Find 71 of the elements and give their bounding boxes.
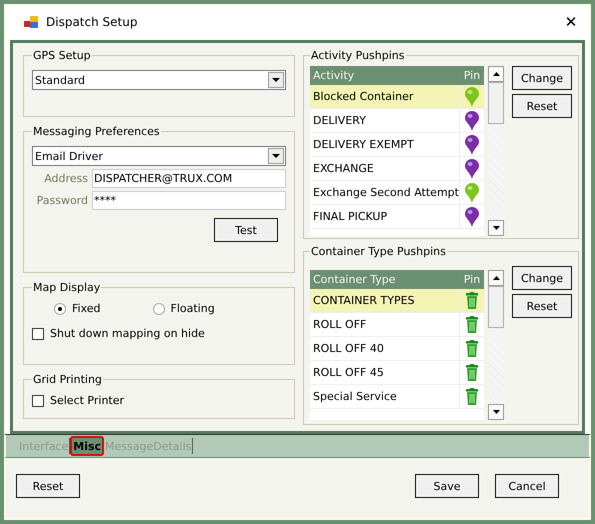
checkbox-label: Shut down mapping on hide [50,327,205,340]
reset-button[interactable]: Reset [16,474,80,498]
radio-label: Floating [170,302,215,315]
row-label: Exchange Second Attempt [312,186,459,199]
scrollbar[interactable] [488,66,504,236]
change-button[interactable]: Change [512,266,572,290]
scroll-down-icon[interactable] [488,404,504,420]
group-title: Activity Pushpins [310,49,406,62]
list-row[interactable]: Special Service [310,385,484,409]
test-button[interactable]: Test [214,218,278,242]
radio-button[interactable] [54,302,66,314]
group-title: Messaging Preferences [32,125,161,138]
dropdown[interactable]: Email Driver [32,146,286,166]
trash-icon [466,340,478,357]
reset-button[interactable]: Reset [512,94,572,118]
app-icon [24,16,38,28]
row-label: DELIVERY EXEMPT [312,138,415,151]
group-title: Map Display [32,281,102,294]
trash-icon [466,388,478,405]
row-label: Special Service [312,390,398,403]
close-button[interactable]: ✕ [553,7,589,37]
group-title: Grid Printing [32,373,103,386]
tab[interactable]: Misc [70,436,104,456]
column-header: Activity [312,69,356,82]
group-title: GPS Setup [32,49,92,62]
scrollbar[interactable] [488,270,504,420]
change-button[interactable]: Change [512,66,572,90]
column-header: Container Type [312,273,397,286]
dropdown-value: Email Driver [35,150,103,162]
save-button[interactable]: Save [415,474,479,498]
group-title: Container Type Pushpins [310,245,447,258]
list-row[interactable]: FINAL PICKUP [310,205,484,229]
window-title: Dispatch Setup [46,15,138,29]
list-row[interactable]: Blocked Container [310,85,484,109]
trash-icon [466,316,478,333]
radio-label: Fixed [72,302,101,315]
trash-icon [466,292,478,309]
row-label: ROLL OFF 45 [312,366,385,379]
field-label: Password [36,194,88,207]
scroll-up-icon[interactable] [488,66,504,82]
list-row[interactable]: ROLL OFF [310,313,484,337]
list-row[interactable]: Exchange Second Attempt [310,181,484,205]
row-label: CONTAINER TYPES [312,294,416,307]
dropdown-value: Standard [35,74,86,86]
field-label: Address [43,172,88,185]
checkbox[interactable] [32,328,44,340]
row-label: Blocked Container [312,90,414,103]
column-header: Pin [462,272,482,288]
list-row[interactable]: EXCHANGE [310,157,484,181]
trash-icon [466,364,478,381]
row-label: ROLL OFF [312,318,368,331]
scroll-down-icon[interactable] [488,220,504,236]
cancel-button[interactable]: Cancel [495,474,559,498]
row-label: EXCHANGE [312,162,375,175]
row-label: ROLL OFF 40 [312,342,385,355]
list-row[interactable]: DELIVERY [310,109,484,133]
input-field[interactable]: **** [92,191,286,210]
list-row[interactable]: CONTAINER TYPES [310,289,484,313]
row-label: DELIVERY [312,114,367,127]
radio-button[interactable] [152,302,165,314]
scroll-up-icon[interactable] [488,270,504,286]
reset-button[interactable]: Reset [512,294,572,318]
checkbox[interactable] [32,394,44,406]
list-row[interactable]: DELIVERY EXEMPT [310,133,484,157]
list-row[interactable]: ROLL OFF 40 [310,337,484,361]
list-row[interactable]: ROLL OFF 45 [310,361,484,385]
input-field[interactable]: DISPATCHER@TRUX.COM [92,169,286,188]
row-label: FINAL PICKUP [312,210,388,223]
column-header: Pin [462,68,482,84]
dropdown[interactable]: Standard [32,70,286,90]
checkbox-label: Select Printer [50,394,124,407]
